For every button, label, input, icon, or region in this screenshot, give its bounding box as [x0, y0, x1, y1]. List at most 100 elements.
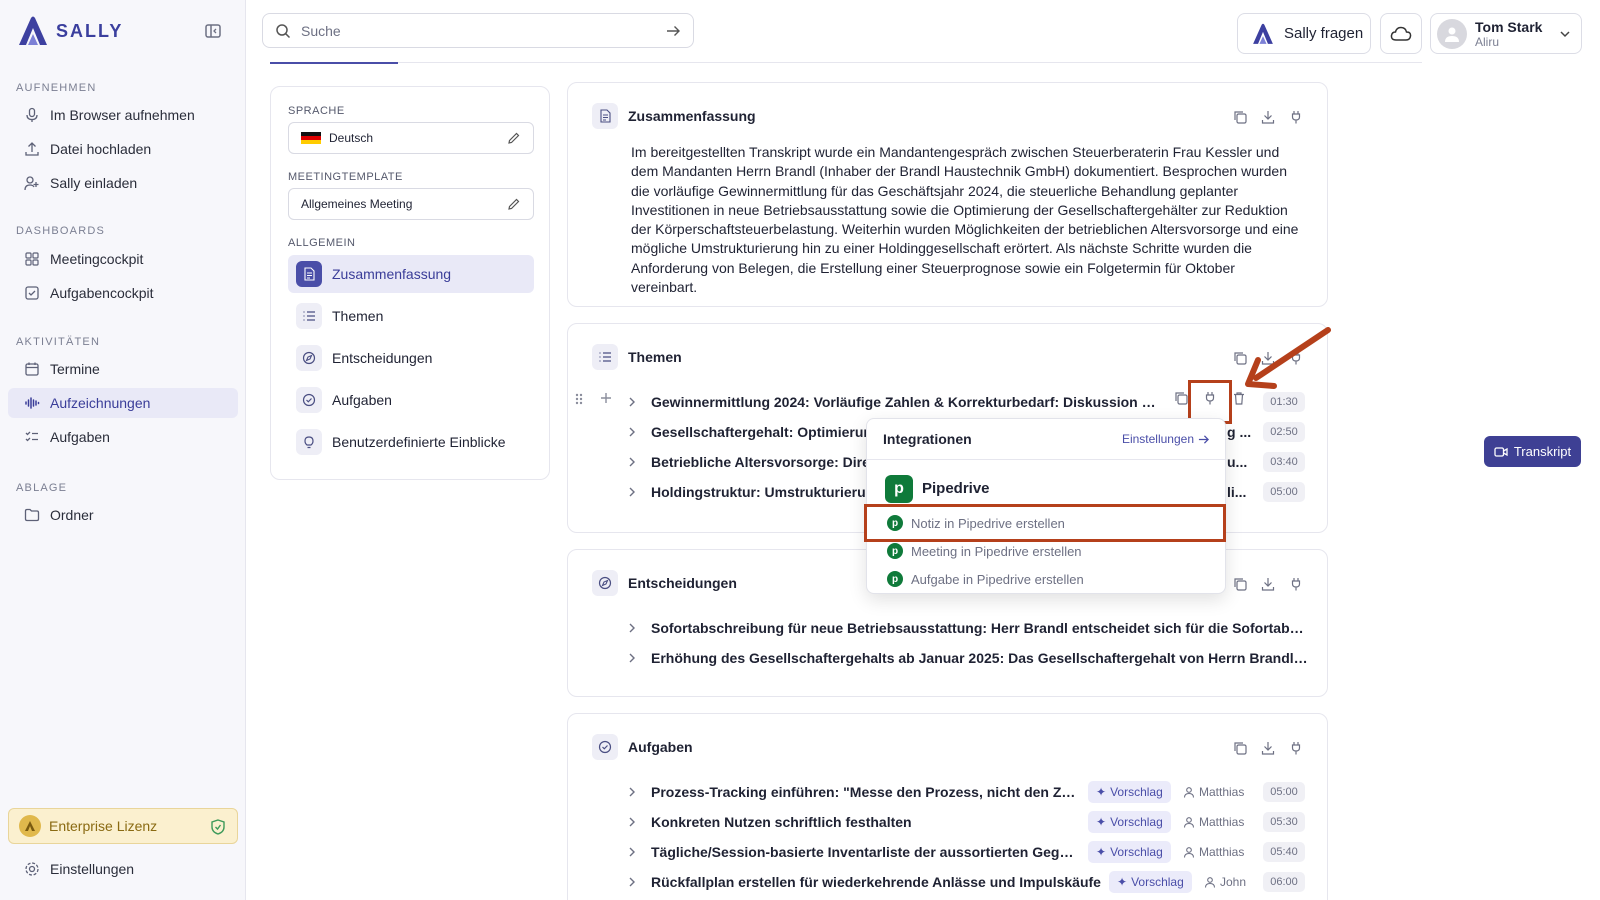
download-icon[interactable]: [1261, 741, 1275, 755]
plug-icon[interactable]: [1289, 110, 1303, 124]
arrow-right-icon[interactable]: [665, 23, 681, 39]
task-row[interactable]: Rückfallplan erstellen für wiederkehrend…: [625, 870, 1101, 894]
decisions-header: Entscheidungen: [592, 570, 737, 596]
topic-row[interactable]: Gewinnermittlung 2024: Vorläufige Zahlen…: [625, 390, 1161, 414]
copy-icon[interactable]: [1233, 577, 1247, 591]
sidebar-settings[interactable]: Einstellungen: [8, 854, 134, 884]
decision-text: Sofortabschreibung für neue Betriebsauss…: [651, 620, 1311, 636]
cloud-sync-button[interactable]: [1380, 13, 1422, 54]
german-flag-icon: [301, 132, 321, 144]
plug-icon[interactable]: [1289, 741, 1303, 755]
language-label: SPRACHE: [288, 105, 345, 117]
topic-timestamp[interactable]: 03:40: [1263, 452, 1305, 472]
tab-divider: [270, 62, 1422, 63]
suggestion-badge[interactable]: ✦ Vorschlag: [1088, 841, 1171, 863]
task-assignee[interactable]: Matthias: [1183, 845, 1244, 859]
sidebar-collapse-icon[interactable]: [204, 22, 222, 40]
copy-icon[interactable]: [1233, 741, 1247, 755]
template-field[interactable]: Allgemeines Meeting: [288, 188, 534, 220]
task-assignee[interactable]: John: [1204, 875, 1246, 889]
topic-timestamp[interactable]: 05:00: [1263, 482, 1305, 502]
add-icon[interactable]: [598, 390, 614, 406]
download-icon[interactable]: [1261, 577, 1275, 591]
copy-icon[interactable]: [1174, 391, 1188, 405]
checkbox-icon: [25, 286, 39, 300]
panel-nav-aufgaben[interactable]: Aufgaben: [288, 381, 534, 419]
edit-icon[interactable]: [507, 197, 521, 211]
task-row[interactable]: Prozess-Tracking einführen: "Messe den P…: [625, 780, 1081, 804]
user-menu[interactable]: Tom Stark Aliru: [1430, 13, 1582, 54]
chevron-right-icon[interactable]: [625, 485, 639, 499]
summary-title: Zusammenfassung: [628, 108, 756, 124]
topic-row[interactable]: Betriebliche Altersvorsorge: Direkt: [625, 450, 882, 474]
sidebar-item-aufgaben[interactable]: Aufgaben: [8, 422, 238, 452]
sidebar-item-upload[interactable]: Datei hochladen: [8, 134, 238, 164]
task-assignee[interactable]: Matthias: [1183, 815, 1244, 829]
meeting-settings-panel: SPRACHE Deutsch MEETINGTEMPLATE Allgemei…: [270, 86, 550, 480]
ask-sally-button[interactable]: Sally fragen: [1237, 13, 1371, 54]
task-row[interactable]: Tägliche/Session-basierte Inventarliste …: [625, 840, 1081, 864]
language-field[interactable]: Deutsch: [288, 122, 534, 154]
search-icon: [276, 23, 291, 38]
sidebar-item-meetingcockpit[interactable]: Meetingcockpit: [8, 244, 238, 274]
search-input[interactable]: [301, 22, 655, 39]
sidebar-item-aufzeichnungen[interactable]: Aufzeichnungen: [8, 388, 238, 418]
chevron-right-icon[interactable]: [625, 845, 639, 859]
edit-icon[interactable]: [507, 131, 521, 145]
panel-nav-entscheidungen[interactable]: Entscheidungen: [288, 339, 534, 377]
app-name: SALLY: [56, 20, 124, 41]
task-assignee[interactable]: Matthias: [1183, 785, 1244, 799]
suggestion-badge[interactable]: ✦ Vorschlag: [1088, 811, 1171, 833]
chevron-right-icon[interactable]: [625, 455, 639, 469]
license-badge[interactable]: Enterprise Lizenz: [8, 808, 238, 844]
plug-icon[interactable]: [1289, 577, 1303, 591]
task-timestamp[interactable]: 05:00: [1263, 782, 1305, 802]
user-org: Aliru: [1475, 34, 1500, 49]
document-icon: [296, 261, 322, 287]
sally-logo-icon: [19, 16, 47, 45]
sparkle-icon: ✦: [1096, 815, 1107, 829]
panel-nav-benutzerdefinierte-einblicke[interactable]: Benutzerdefinierte Einblicke: [288, 423, 534, 461]
suggestion-badge[interactable]: ✦ Vorschlag: [1109, 871, 1192, 893]
create-meeting-pipedrive[interactable]: p Meeting in Pipedrive erstellen: [887, 539, 1082, 563]
create-task-pipedrive[interactable]: p Aufgabe in Pipedrive erstellen: [887, 567, 1084, 591]
integrations-settings-link[interactable]: Einstellungen: [1122, 432, 1209, 446]
chevron-right-icon[interactable]: [625, 815, 639, 829]
chevron-right-icon[interactable]: [625, 395, 639, 409]
chevron-right-icon[interactable]: [625, 425, 639, 439]
task-timestamp[interactable]: 05:30: [1263, 812, 1305, 832]
download-icon[interactable]: [1261, 110, 1275, 124]
user-icon: [1183, 847, 1195, 858]
task-timestamp[interactable]: 06:00: [1263, 872, 1305, 892]
chevron-right-icon[interactable]: [625, 651, 639, 665]
transcript-button[interactable]: Transkript: [1484, 436, 1581, 467]
decision-row[interactable]: Erhöhung des Gesellschaftergehalts ab Ja…: [625, 646, 1311, 670]
folder-icon: [24, 508, 40, 522]
panel-nav-zusammenfassung[interactable]: Zusammenfassung: [288, 255, 534, 293]
sidebar-item-invite-sally[interactable]: Sally einladen: [8, 168, 238, 198]
decision-row[interactable]: Sofortabschreibung für neue Betriebsauss…: [625, 616, 1311, 640]
chevron-right-icon[interactable]: [625, 875, 639, 889]
sidebar-item-termine[interactable]: Termine: [8, 354, 238, 384]
panel-nav-themen[interactable]: Themen: [288, 297, 534, 335]
sidebar-item-browser-record[interactable]: Im Browser aufnehmen: [8, 100, 238, 130]
task-text: Konkreten Nutzen schriftlich festhalten: [651, 814, 912, 830]
search-bar[interactable]: [262, 13, 694, 48]
sidebar-item-ordner[interactable]: Ordner: [8, 500, 238, 530]
copy-icon[interactable]: [1233, 110, 1247, 124]
suggestion-badge[interactable]: ✦ Vorschlag: [1088, 781, 1171, 803]
topic-row[interactable]: Holdingstruktur: Umstrukturierung: [625, 480, 883, 504]
topic-timestamp[interactable]: 02:50: [1263, 422, 1305, 442]
topic-row[interactable]: Gesellschaftergehalt: Optimierung: [625, 420, 881, 444]
chevron-right-icon[interactable]: [625, 621, 639, 635]
drag-handle-icon[interactable]: [574, 392, 584, 406]
chevron-right-icon[interactable]: [625, 785, 639, 799]
task-timestamp[interactable]: 05:40: [1263, 842, 1305, 862]
list-icon: [296, 303, 322, 329]
sally-logo-icon: [1253, 23, 1273, 44]
task-row[interactable]: Konkreten Nutzen schriftlich festhalten: [625, 810, 912, 834]
app-logo[interactable]: SALLY: [16, 14, 123, 48]
dropdown-item-label: Aufgabe in Pipedrive erstellen: [911, 571, 1084, 587]
check-circle-icon: [592, 734, 618, 760]
sidebar-item-aufgabencockpit[interactable]: Aufgabencockpit: [8, 278, 238, 308]
